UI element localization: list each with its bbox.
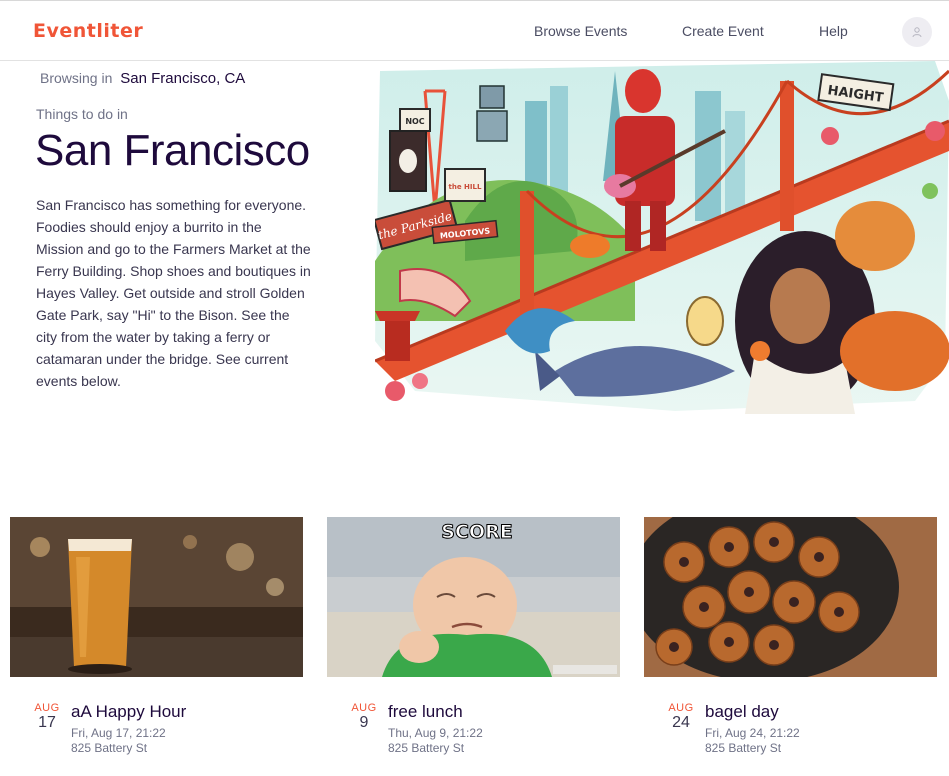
san-francisco-illustration: HAIGHT NOC the Parkside MOLOTOVS the HIL…	[375, 61, 949, 414]
beer-photo	[10, 517, 303, 677]
event-location: 825 Battery St	[705, 741, 782, 755]
user-avatar-button[interactable]	[902, 17, 932, 47]
event-info: bagel day Fri, Aug 24, 21:22 825 Battery…	[705, 702, 800, 755]
top-navigation-bar: Eventliter Browse Events Create Event He…	[0, 0, 949, 61]
event-title[interactable]: bagel day	[705, 702, 800, 722]
noc-sign-text: NOC	[405, 117, 424, 126]
event-month: AUG	[351, 702, 377, 714]
event-date: AUG 17	[30, 702, 64, 732]
meme-caption: SCORE	[441, 521, 512, 543]
event-location: 825 Battery St	[71, 741, 148, 755]
event-card[interactable]: AUG 17 aA Happy Hour Fri, Aug 17, 21:22 …	[10, 517, 303, 755]
event-date: AUG 9	[347, 702, 381, 732]
event-time: Fri, Aug 17, 21:22	[71, 726, 166, 740]
event-location: 825 Battery St	[388, 741, 465, 755]
illustration-graphic: HAIGHT NOC the Parkside MOLOTOVS the HIL…	[375, 61, 949, 414]
success-kid-photo: SCORE	[327, 517, 620, 677]
event-card[interactable]: SCORE AUG 9 free lunch Thu, Aug 9, 21:22…	[327, 517, 620, 755]
event-time: Fri, Aug 24, 21:22	[705, 726, 800, 740]
event-title[interactable]: free lunch	[388, 702, 483, 722]
selected-city[interactable]: San Francisco, CA	[120, 70, 245, 87]
nav-create-event[interactable]: Create Event	[682, 23, 764, 39]
event-month: AUG	[668, 702, 694, 714]
city-title: San Francisco	[35, 126, 310, 175]
bagels-photo	[644, 517, 937, 677]
event-title[interactable]: aA Happy Hour	[71, 702, 186, 722]
event-date: AUG 24	[664, 702, 698, 732]
browsing-label: Browsing in	[40, 70, 113, 86]
event-time: Thu, Aug 9, 21:22	[388, 726, 483, 740]
event-image-success-kid[interactable]: SCORE	[327, 517, 620, 677]
event-card[interactable]: AUG 24 bagel day Fri, Aug 24, 21:22 825 …	[644, 517, 937, 755]
nav-help[interactable]: Help	[819, 23, 848, 39]
event-info: aA Happy Hour Fri, Aug 17, 21:22 825 Bat…	[71, 702, 186, 755]
event-info: free lunch Thu, Aug 9, 21:22 825 Battery…	[388, 702, 483, 755]
hill-sign-text: the HILL	[449, 183, 482, 191]
event-day: 17	[38, 714, 56, 731]
event-day: 9	[359, 714, 369, 731]
event-day: 24	[672, 714, 690, 731]
event-image-bagels[interactable]	[644, 517, 937, 677]
user-icon	[912, 27, 922, 38]
location-selector[interactable]: Browsing in San Francisco, CA	[40, 70, 245, 87]
city-description: San Francisco has something for everyone…	[36, 197, 311, 389]
nav-browse-events[interactable]: Browse Events	[534, 23, 627, 39]
things-to-do-label: Things to do in	[36, 106, 128, 122]
event-image-beer[interactable]	[10, 517, 303, 677]
eventliter-logo[interactable]: Eventliter	[33, 20, 143, 42]
event-month: AUG	[34, 702, 60, 714]
